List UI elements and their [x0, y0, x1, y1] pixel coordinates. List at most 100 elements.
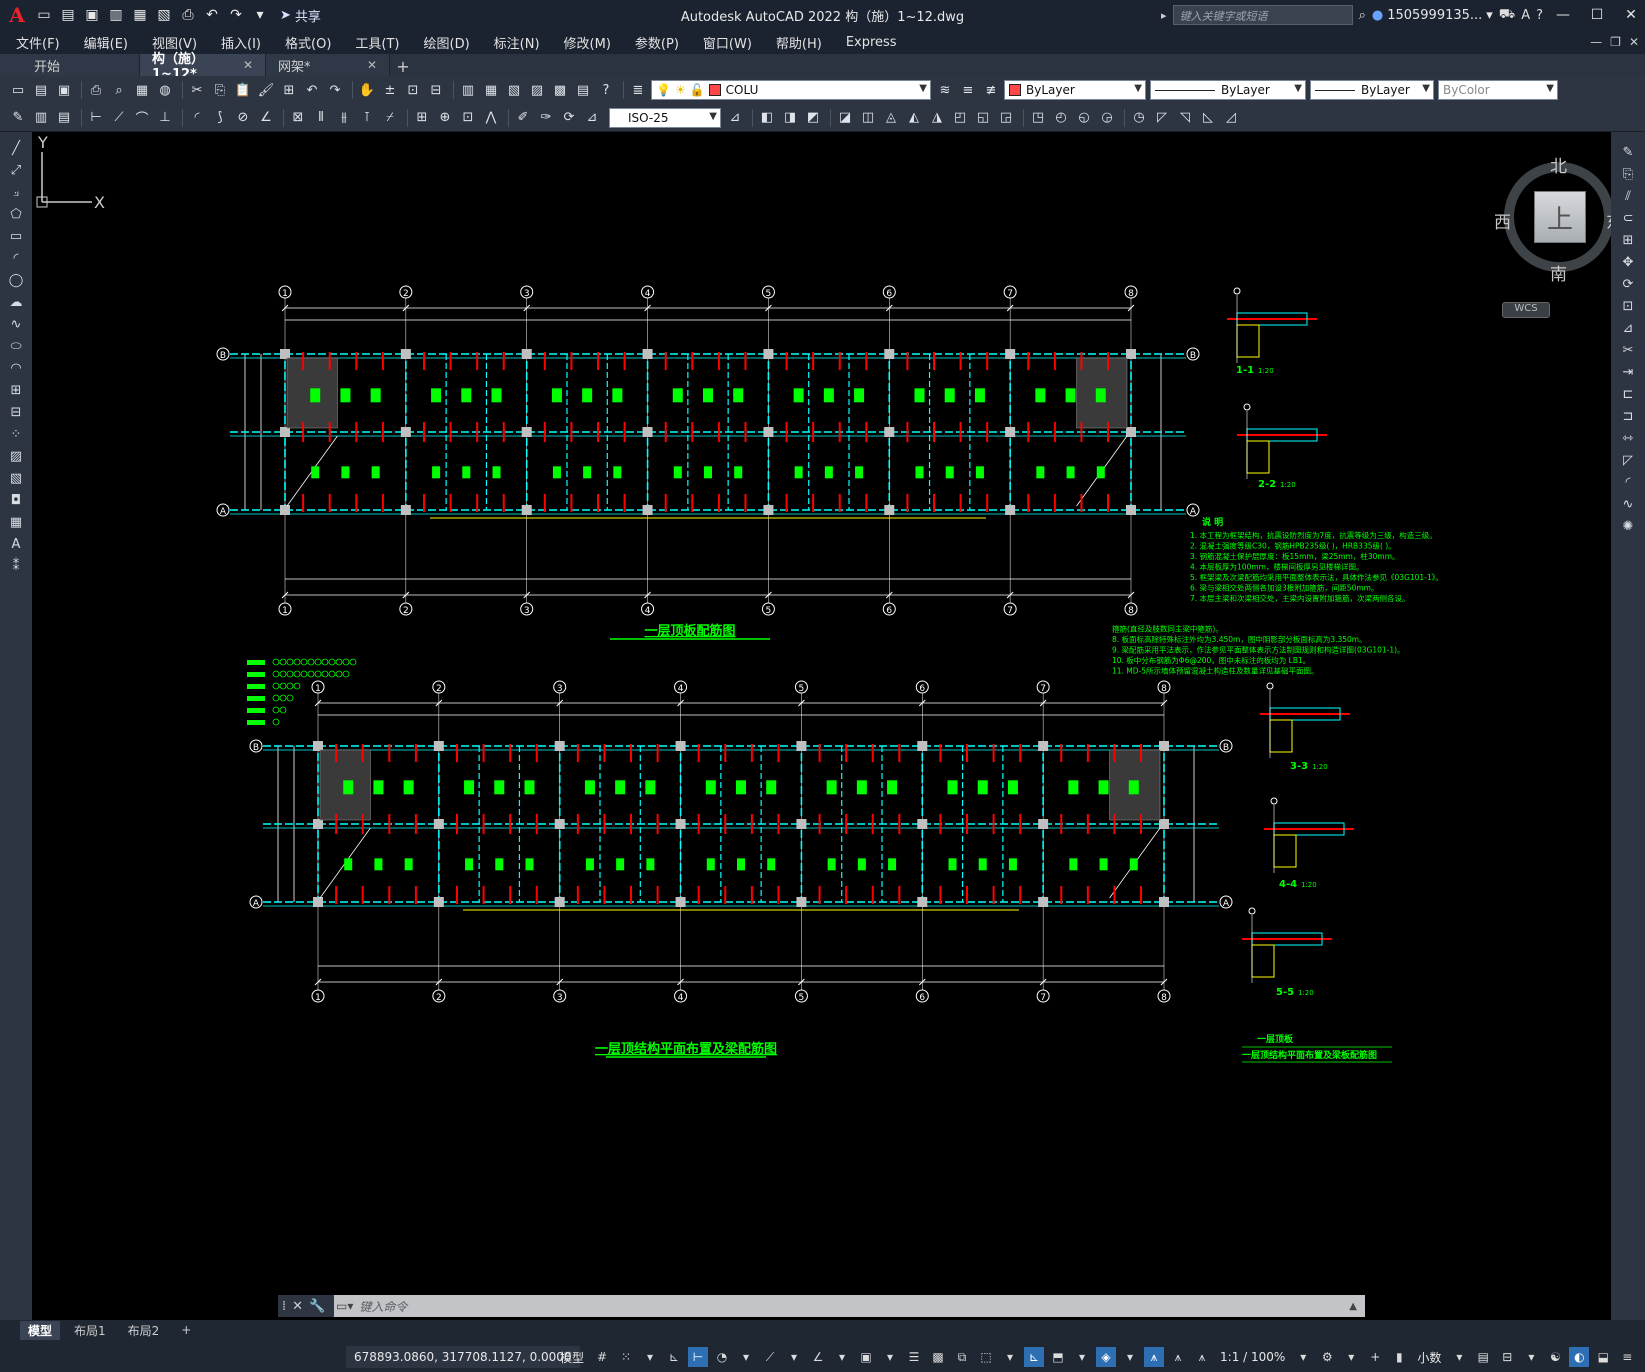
drawing-canvas[interactable]: B B A A 1 1 2 2 3 3 4 4 5 5 6 6 7 7 8 8 一层顶板配筋图 B B A A 1 1 2 2 3 3 4 4 5…: [32, 132, 1611, 1320]
gradient-icon[interactable]: ▧: [5, 468, 27, 488]
menu-tools[interactable]: 工具(T): [355, 33, 399, 52]
dimstyle-combo[interactable]: ISO-25 ▼: [609, 107, 721, 128]
menu-edit[interactable]: 编辑(E): [84, 33, 128, 52]
viewcube-east[interactable]: 东: [1606, 208, 1611, 233]
tab-layout1[interactable]: 布局1: [66, 1321, 114, 1340]
help-icon[interactable]: ?: [1536, 8, 1543, 23]
chevron-down-icon[interactable]: ▾: [736, 1347, 756, 1367]
ellipse-arc-icon[interactable]: ◠: [5, 358, 27, 378]
table-icon[interactable]: ▦: [5, 512, 27, 532]
tab-start[interactable]: 开始: [0, 54, 140, 76]
dim-break-icon[interactable]: ⌿: [380, 108, 400, 128]
extrude-icon[interactable]: ◸: [1152, 108, 1172, 128]
isolate-objects-icon[interactable]: ☯: [1545, 1347, 1565, 1367]
chevron-down-icon[interactable]: ▾: [784, 1347, 804, 1367]
dim-angular-icon[interactable]: ∠: [256, 108, 276, 128]
tab-model[interactable]: 模型: [20, 1320, 61, 1340]
ortho-icon[interactable]: ⊢: [688, 1347, 709, 1367]
redo-icon[interactable]: ↷: [226, 5, 246, 25]
open-icon[interactable]: ▤: [31, 80, 51, 100]
pan-icon[interactable]: ✋: [357, 80, 377, 100]
block-editor-icon[interactable]: ⊞: [279, 80, 299, 100]
separate-icon[interactable]: ◵: [1074, 108, 1094, 128]
lineweight-combo[interactable]: ByLayer ▼: [1310, 80, 1434, 100]
array-icon[interactable]: ⊞: [1617, 230, 1639, 250]
plot-preview-icon[interactable]: ⌕: [109, 80, 129, 100]
open-icon[interactable]: ▤: [58, 5, 78, 25]
dim-space-icon[interactable]: ⊺: [357, 108, 377, 128]
trim-icon[interactable]: ✂: [1617, 340, 1639, 360]
command-icon[interactable]: ▭▾: [336, 1299, 353, 1313]
check-icon[interactable]: ◷: [1129, 108, 1149, 128]
layer-properties-icon[interactable]: ≣: [628, 80, 648, 100]
region-icon[interactable]: ◘: [5, 490, 27, 510]
lineweight-icon[interactable]: ☰: [904, 1347, 924, 1367]
solid-union-icon[interactable]: ◧: [757, 108, 777, 128]
jogged-linear-icon[interactable]: ⋀: [481, 108, 501, 128]
section-icon[interactable]: ◺: [1198, 108, 1218, 128]
share-button[interactable]: ➤ 共享: [280, 6, 321, 25]
annotation-visibility-icon[interactable]: ⩚: [1144, 1347, 1165, 1367]
chevron-down-icon[interactable]: ▾: [880, 1347, 900, 1367]
chevron-down-icon[interactable]: ▾: [1000, 1347, 1020, 1367]
scale-icon[interactable]: ⊡: [1617, 296, 1639, 316]
autodesk-app-icon[interactable]: A: [1521, 8, 1530, 23]
extrude-faces-icon[interactable]: ◪: [835, 108, 855, 128]
ellipse-icon[interactable]: ⬭: [5, 336, 27, 356]
break-icon[interactable]: ⊐: [1617, 406, 1639, 426]
dynamic-ucs-icon[interactable]: ⊾: [1024, 1347, 1045, 1367]
markup-icon[interactable]: ▩: [550, 80, 570, 100]
dim-aligned-icon[interactable]: ⟋: [109, 108, 129, 128]
slice-icon[interactable]: ◹: [1175, 108, 1195, 128]
dim-edit-icon[interactable]: ✐: [513, 108, 533, 128]
redo-icon[interactable]: ↷: [325, 80, 345, 100]
close-icon[interactable]: ✕: [292, 1299, 303, 1314]
offset-icon[interactable]: ⊂: [1617, 208, 1639, 228]
menu-parametric[interactable]: 参数(P): [635, 33, 679, 52]
qa-dropdown-icon[interactable]: ▾: [250, 5, 270, 25]
rotate-faces-icon[interactable]: ◮: [927, 108, 947, 128]
dim-continue-icon[interactable]: ⫵: [334, 108, 354, 128]
quick-properties-icon[interactable]: ▤: [1473, 1347, 1493, 1367]
user-account[interactable]: ● 1505999135... ▾: [1372, 8, 1493, 23]
polar-icon[interactable]: ◔: [712, 1347, 732, 1367]
minimize-button[interactable]: —: [1549, 0, 1577, 30]
blend-icon[interactable]: ∿: [1617, 494, 1639, 514]
polyline-icon[interactable]: ⟓: [5, 182, 27, 202]
fillet-icon[interactable]: ◜: [1617, 472, 1639, 492]
chevron-down-icon[interactable]: ▾: [1120, 1347, 1140, 1367]
chevron-down-icon[interactable]: ▾: [1521, 1347, 1541, 1367]
gizmo-icon[interactable]: ◈: [1096, 1347, 1117, 1367]
layer-previous-icon[interactable]: ≡: [958, 80, 978, 100]
publish-icon[interactable]: ▦: [130, 5, 150, 25]
erase-icon[interactable]: ✎: [1617, 142, 1639, 162]
viewcube-west[interactable]: 西: [1494, 208, 1511, 233]
dim-baseline-icon[interactable]: ⫴: [311, 108, 331, 128]
plot-icon[interactable]: ⎙: [86, 80, 106, 100]
clean-icon[interactable]: ◴: [1051, 108, 1071, 128]
object-snap-tracking-icon[interactable]: ∠: [808, 1347, 828, 1367]
zoom-previous-icon[interactable]: ⊟: [426, 80, 446, 100]
color-faces-icon[interactable]: ◲: [996, 108, 1016, 128]
isodraft-icon[interactable]: ⟋: [760, 1347, 780, 1367]
match-prop-icon[interactable]: 🖌: [256, 80, 276, 100]
line-icon[interactable]: ╱: [5, 138, 27, 158]
chevron-down-icon[interactable]: ▾: [640, 1347, 660, 1367]
menu-modify[interactable]: 修改(M): [564, 33, 611, 52]
fields-icon[interactable]: ▤: [54, 108, 74, 128]
menu-file[interactable]: 文件(F): [16, 33, 60, 52]
viewcube[interactable]: 上 北 南 西 东: [1494, 152, 1611, 285]
arc-icon[interactable]: ◜: [5, 248, 27, 268]
copy-object-icon[interactable]: ⎘: [1617, 164, 1639, 184]
copy-faces-icon[interactable]: ◱: [973, 108, 993, 128]
text-edit-icon[interactable]: ✎: [8, 108, 28, 128]
units-icon[interactable]: ▮: [1389, 1347, 1409, 1367]
selection-filter-icon[interactable]: ⬒: [1048, 1347, 1068, 1367]
annotation-scale-value[interactable]: 1:1 / 100%: [1216, 1350, 1289, 1364]
saveas-icon[interactable]: ▥: [106, 5, 126, 25]
layer-state-icon[interactable]: ≢: [981, 80, 1001, 100]
close-button[interactable]: ✕: [1617, 0, 1645, 30]
chevron-down-icon[interactable]: ▾: [1341, 1347, 1361, 1367]
customize-icon[interactable]: 🔧: [309, 1299, 325, 1314]
command-history-icon[interactable]: ▲: [1349, 1301, 1357, 1312]
